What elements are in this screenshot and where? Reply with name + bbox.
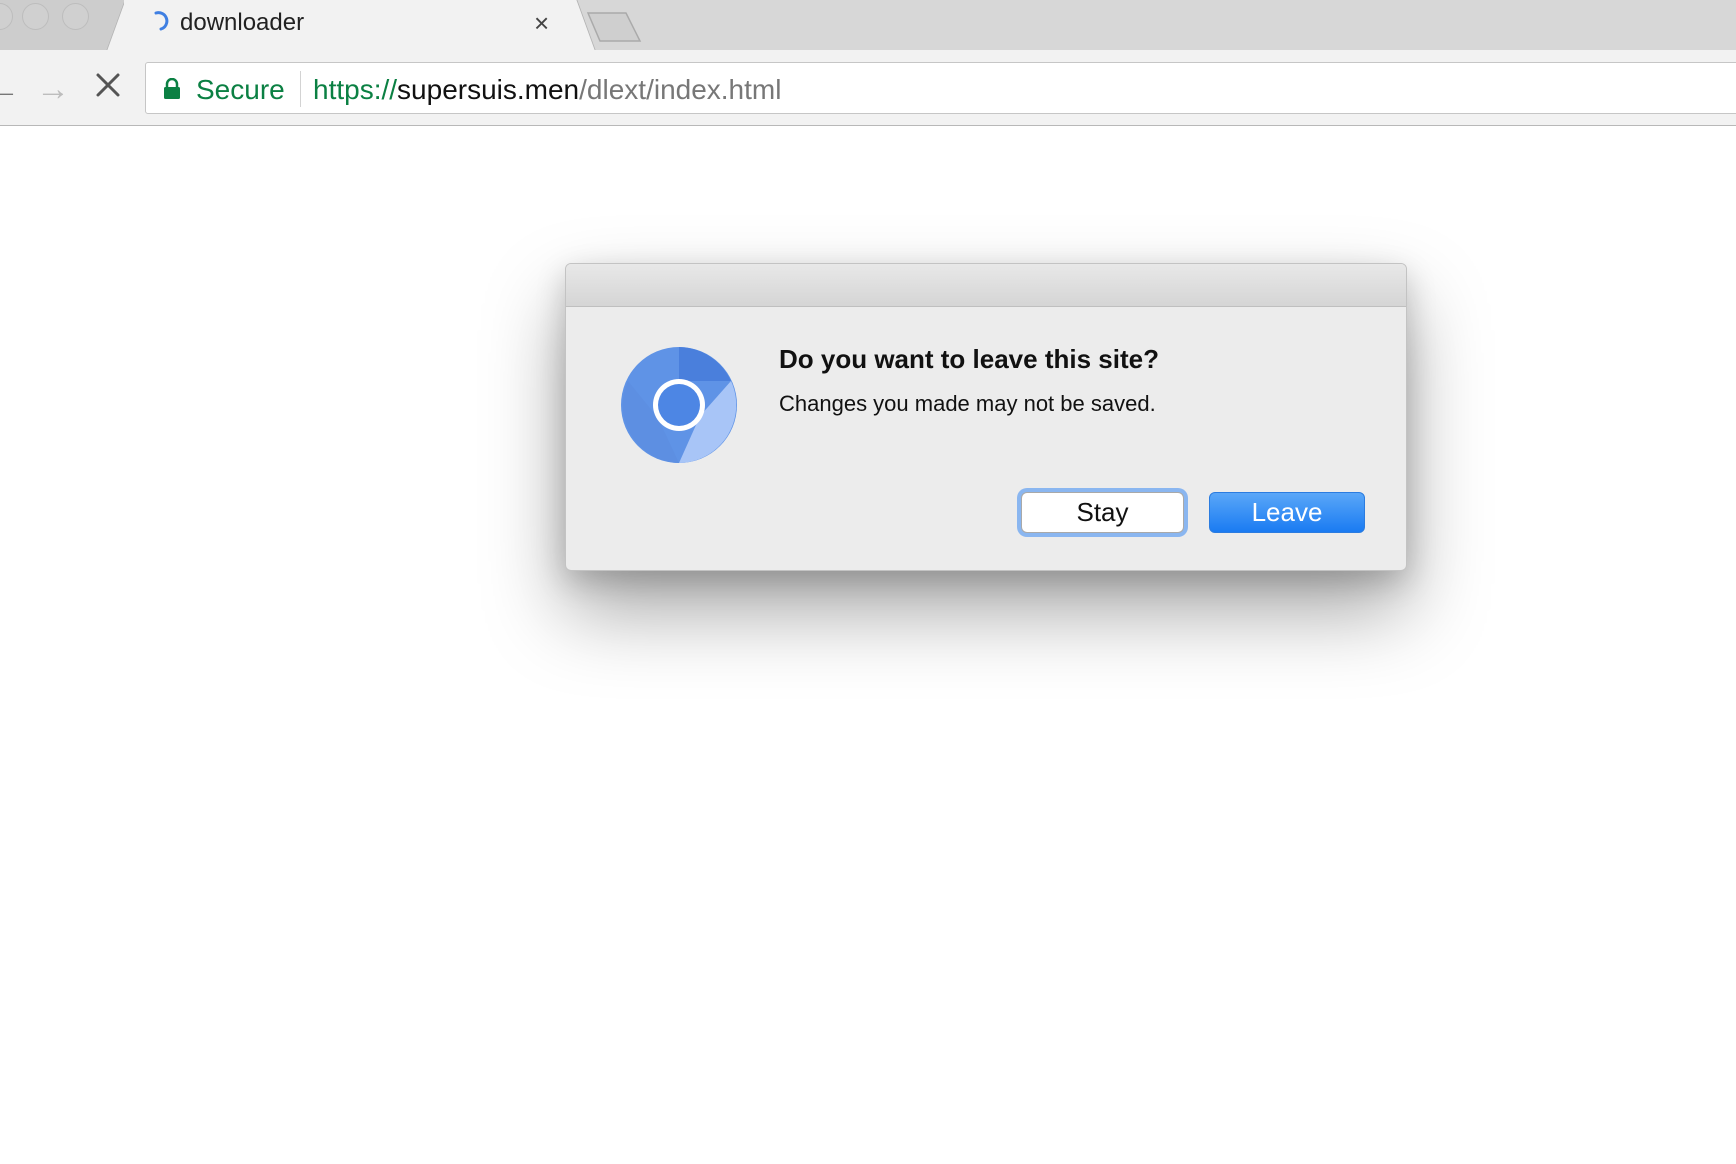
leave-site-dialog: Do you want to leave this site? Changes …	[565, 263, 1407, 571]
tab-close-icon[interactable]: ×	[534, 8, 549, 38]
address-bar[interactable]: Secure https://supersuis.men/dlext/index…	[145, 62, 1736, 114]
url-scheme: https://	[313, 74, 398, 105]
secure-label[interactable]: Secure	[196, 74, 285, 106]
dialog-titlebar	[566, 264, 1406, 307]
dialog-message: Changes you made may not be saved.	[779, 391, 1156, 416]
spinner-icon	[154, 11, 169, 31]
window-minimize-button[interactable]	[22, 3, 49, 30]
forward-button[interactable]: →	[36, 70, 70, 109]
url-host: supersuis.men	[397, 74, 580, 105]
back-button[interactable]: ←	[0, 70, 20, 109]
omnibox-divider	[300, 71, 301, 107]
tab-downloader[interactable]: downloader ×	[106, 0, 596, 51]
browser-toolbar: ← → Secure https://supersuis.men/dlext/i…	[0, 50, 1736, 126]
chrome-logo-icon	[621, 347, 737, 463]
stop-loading-button[interactable]	[92, 69, 124, 101]
window-zoom-button[interactable]	[62, 3, 89, 30]
url-path: /dlext/index.html	[579, 74, 782, 105]
dialog-heading: Do you want to leave this site?	[779, 344, 1159, 374]
tab-strip: downloader ×	[0, 0, 1736, 51]
leave-button[interactable]: Leave	[1209, 492, 1365, 533]
url-text[interactable]: https://supersuis.men/dlext/index.html	[313, 74, 781, 106]
stay-button[interactable]: Stay	[1021, 492, 1184, 533]
tab-title: downloader	[180, 9, 305, 36]
lock-icon	[164, 78, 180, 99]
new-tab-button[interactable]	[586, 12, 642, 42]
